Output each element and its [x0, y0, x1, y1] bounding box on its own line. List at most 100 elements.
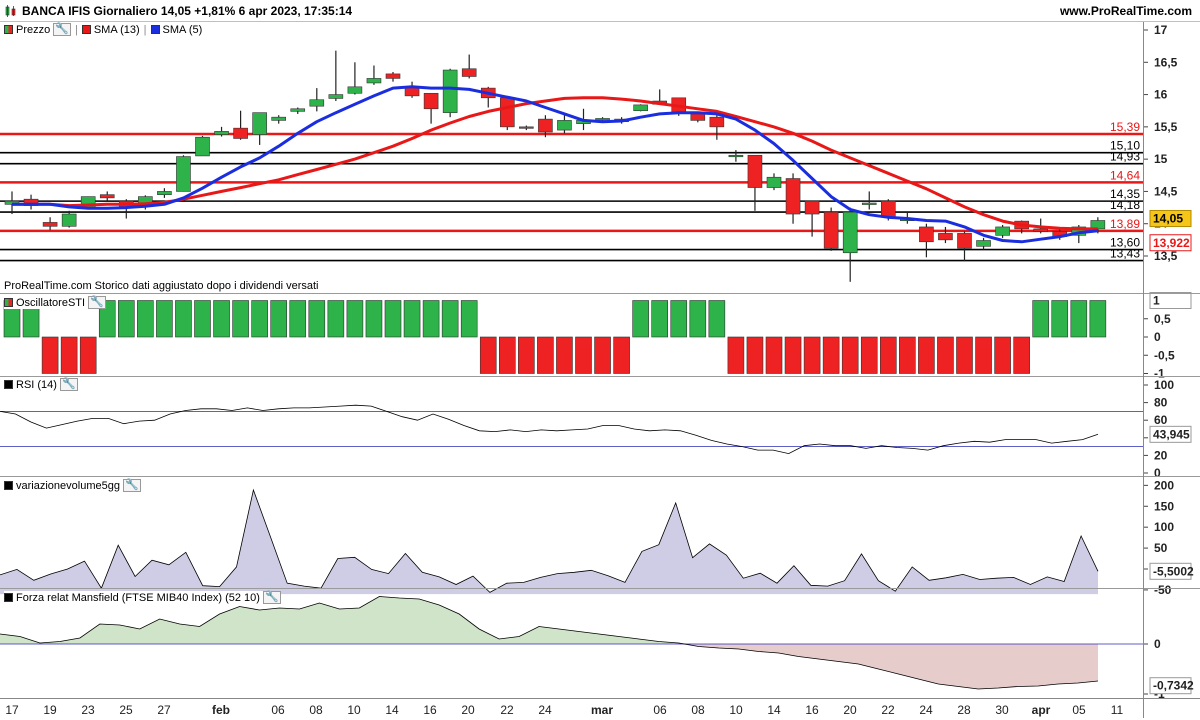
candle-body: [99, 194, 115, 199]
right-price-axis: 1716,51615,51514,51413,50,50-0,5-1100806…: [1143, 23, 1194, 701]
oscillator-bar: [784, 336, 802, 374]
date-label: 27: [157, 703, 171, 717]
pane-separator[interactable]: [0, 293, 1200, 294]
volume-legend: variazionevolume5gg 🔧: [4, 479, 141, 492]
axis-tick-label: 0: [1154, 330, 1161, 344]
axis-tick-label: 0: [1154, 637, 1161, 651]
oscillator-bar: [1032, 300, 1049, 338]
volume-swatch: [4, 481, 13, 490]
oscillator-bar: [460, 300, 478, 338]
level-label: 15,39: [1110, 120, 1140, 134]
oscillator-swatch: [4, 298, 13, 307]
oscillator-bar: [765, 336, 783, 374]
candle-body: [176, 156, 191, 192]
axis-tick-label: 150: [1154, 499, 1174, 513]
candle-body: [842, 211, 858, 254]
candle-body: [804, 200, 820, 215]
pane-separator[interactable]: [0, 376, 1200, 377]
candle-body: [557, 120, 572, 131]
oscillator-bar: [1051, 300, 1069, 338]
oscillator-bar: [175, 300, 192, 338]
date-label: 10: [729, 703, 743, 717]
candle-body: [519, 126, 534, 129]
oscillator-bar: [60, 336, 78, 374]
oscillator-bar: [422, 300, 440, 338]
date-label: 05: [1072, 703, 1086, 717]
date-label: 16: [805, 703, 819, 717]
date-label: 22: [500, 703, 514, 717]
candle-body: [195, 136, 210, 157]
mansfield-negative-area: [0, 644, 1098, 689]
sma13-label[interactable]: SMA (13): [94, 24, 140, 36]
oscillator-bar: [137, 300, 154, 338]
wrench-icon[interactable]: 🔧: [262, 591, 281, 604]
date-label: 14: [767, 703, 781, 717]
oscillator-bar: [651, 300, 669, 338]
oscillator-bar: [1070, 300, 1088, 338]
price-label[interactable]: Prezzo: [16, 24, 50, 36]
candle-body: [861, 202, 877, 205]
oscillator-bar: [384, 300, 402, 338]
level-label: 13,43: [1110, 247, 1140, 261]
axis-tick-label: 100: [1154, 378, 1174, 392]
candle-body: [728, 154, 744, 158]
rsi-label[interactable]: RSI (14): [16, 379, 57, 391]
chart-canvas[interactable]: 15,3915,1014,9314,6414,3514,1813,8913,60…: [0, 0, 1200, 720]
candle-body: [42, 222, 58, 227]
date-label: 24: [919, 703, 933, 717]
oscillator-label[interactable]: OscillatoreSTI: [16, 297, 85, 309]
level-label: 14,18: [1110, 198, 1140, 212]
oscillator-bar: [613, 336, 630, 374]
oscillator-bar: [975, 336, 992, 374]
axis-tick-label: 80: [1154, 396, 1168, 410]
axis-tick-label: 16,5: [1154, 55, 1178, 69]
oscillator-legend: OscillatoreSTI 🔧: [4, 296, 106, 309]
pane-separator[interactable]: [0, 476, 1200, 477]
oscillator-bar: [251, 300, 268, 338]
wrench-icon[interactable]: 🔧: [59, 378, 78, 391]
sma5-swatch: [150, 25, 160, 34]
axis-tick-label: 17: [1154, 23, 1168, 37]
data-notice: ProRealTime.com Storico dati aggiustato …: [4, 280, 319, 292]
legend-separator: |: [74, 23, 78, 36]
axis-tick-label: 16: [1154, 88, 1168, 102]
main-legend: Prezzo 🔧 | SMA (13) | SMA (5): [4, 23, 203, 36]
pane-separator[interactable]: [0, 588, 1200, 589]
axis-baseline: [0, 698, 1200, 699]
sma5-label[interactable]: SMA (5): [163, 24, 203, 36]
mansfield-label[interactable]: Forza relat Mansfield (FTSE MIB40 Index)…: [16, 592, 260, 604]
date-label: mar: [591, 703, 613, 717]
oscillator-bar: [956, 336, 973, 374]
oscillator-bar: [289, 300, 307, 338]
oscillator-badge-text: 1: [1153, 294, 1160, 308]
candle-body: [880, 200, 896, 218]
oscillator-bar: [899, 336, 916, 374]
axis-tick-label: 200: [1154, 478, 1174, 492]
price-badge-text: 14,05: [1153, 211, 1183, 225]
axis-tick-label: 0,5: [1154, 312, 1171, 326]
level-label: 14,93: [1110, 150, 1140, 164]
oscillator-bar: [727, 336, 745, 374]
wrench-icon[interactable]: 🔧: [122, 479, 141, 492]
candle-body: [461, 68, 477, 77]
date-label: 08: [309, 703, 323, 717]
wrench-icon[interactable]: 🔧: [53, 23, 71, 36]
price-candles: [4, 50, 1106, 282]
volume-label[interactable]: variazionevolume5gg: [16, 480, 120, 492]
oscillator-bar: [556, 336, 573, 374]
mansfield-swatch: [4, 593, 13, 602]
oscillator-bar: [918, 336, 935, 374]
candle-body: [747, 154, 763, 188]
axis-tick-label: -0,5: [1154, 348, 1175, 362]
date-label: 20: [843, 703, 857, 717]
rsi-badge-text: 43,945: [1153, 427, 1190, 441]
oscillator-bar: [118, 300, 135, 338]
candle-body: [690, 113, 706, 121]
wrench-icon[interactable]: 🔧: [88, 296, 106, 309]
oscillator-bar: [994, 336, 1011, 374]
oscillator-bar: [594, 336, 611, 374]
oscillator-bar: [365, 300, 383, 338]
oscillator-bar: [632, 300, 649, 338]
volume-area: [0, 490, 1098, 595]
candle-body: [385, 73, 401, 79]
